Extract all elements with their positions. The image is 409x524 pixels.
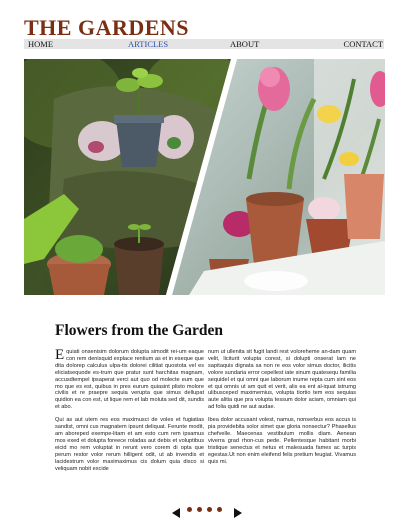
nav-bar: HOME ARTICLES ABOUT CONTACT (24, 39, 384, 49)
nav-item-home[interactable]: HOME (28, 39, 53, 49)
page-dot[interactable] (197, 507, 202, 512)
article-title: Flowers from the Garden (55, 322, 224, 339)
article-column-right: num ut ullenita sit fugit landi rest vol… (208, 349, 356, 472)
page-dot[interactable] (217, 507, 222, 512)
article-paragraph: Ibea dolor accusant volest, namus, nonse… (208, 417, 356, 465)
article-paragraph: Qui as aut utem res eos maximusci de vol… (55, 417, 204, 472)
nav-item-articles[interactable]: ARTICLES (128, 39, 168, 49)
hero-image-banner (24, 59, 385, 295)
page-dot[interactable] (187, 507, 192, 512)
site-title[interactable]: THE GARDENS (24, 17, 189, 39)
pagination (171, 505, 243, 518)
nav-item-about[interactable]: ABOUT (230, 39, 259, 49)
arrow-left-icon[interactable] (171, 505, 181, 523)
drop-cap: E (55, 347, 65, 363)
article-column-left: Equiati onsenisim dolorum dolupta simodi… (55, 347, 204, 478)
nav-item-contact[interactable]: CONTACT (344, 39, 383, 49)
paragraph-text: quiati onsenisim dolorum dolupta simodit… (55, 349, 204, 411)
arrow-right-icon[interactable] (233, 505, 243, 523)
article-paragraph: Equiati onsenisim dolorum dolupta simodi… (55, 347, 204, 411)
page-dot[interactable] (207, 507, 212, 512)
article-paragraph: num ut ullenita sit fugit landi rest vol… (208, 349, 356, 411)
